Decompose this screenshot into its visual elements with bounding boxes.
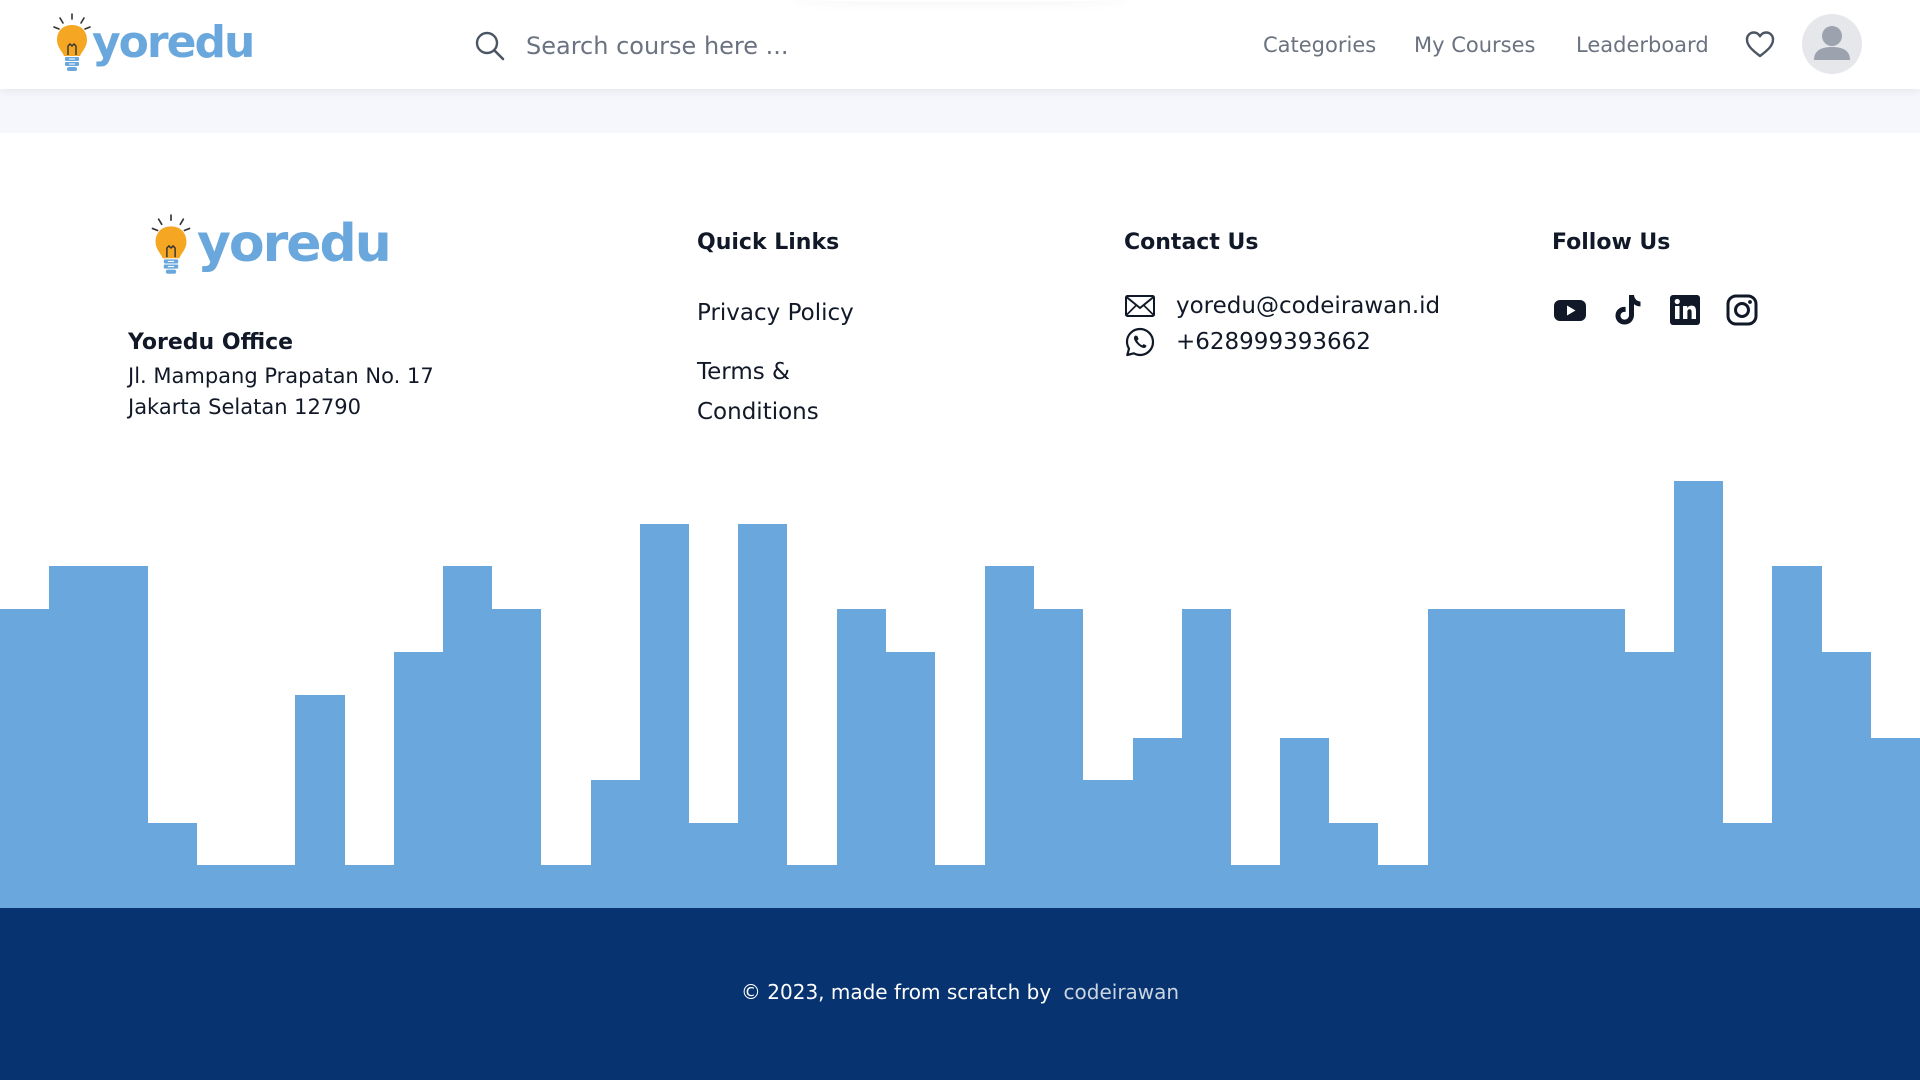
contact-email-text: yoredu@codeirawan.id <box>1176 293 1441 319</box>
search-icon[interactable] <box>474 30 506 62</box>
contact-phone[interactable]: +628999393662 <box>1124 326 1371 358</box>
terms-conditions-link[interactable]: Terms & Conditions <box>697 352 819 432</box>
logo-wordmark: yoredu <box>197 214 392 274</box>
office-address-line2: Jakarta Selatan 12790 <box>128 395 361 419</box>
page: yoredu Categories My Courses Leaderboard <box>0 0 1920 1080</box>
contact-phone-text: +628999393662 <box>1176 329 1371 355</box>
linkedin-icon[interactable] <box>1667 292 1703 328</box>
youtube-icon[interactable] <box>1552 292 1588 328</box>
copyright-text: © 2023, made from scratch by <box>740 980 1052 1004</box>
footer-logo[interactable]: yoredu <box>147 214 392 282</box>
nav-leaderboard[interactable]: Leaderboard <box>1576 33 1709 57</box>
follow-us-title: Follow Us <box>1552 230 1671 255</box>
tiktok-icon[interactable] <box>1610 292 1646 328</box>
author-link[interactable]: codeirawan <box>1064 980 1180 1004</box>
envelope-icon <box>1125 295 1155 317</box>
lightbulb-icon <box>53 13 91 71</box>
user-avatar[interactable] <box>1802 14 1862 74</box>
whatsapp-icon <box>1125 327 1155 357</box>
page-content-band <box>0 89 1920 133</box>
search-input[interactable] <box>526 32 866 60</box>
copyright: © 2023, made from scratch by codeirawan <box>0 980 1920 1004</box>
top-navbar: yoredu Categories My Courses Leaderboard <box>0 0 1920 89</box>
contact-us-title: Contact Us <box>1124 230 1259 255</box>
city-skyline-illustration <box>0 481 1920 909</box>
office-address-line1: Jl. Mampang Prapatan No. 17 <box>128 364 434 388</box>
privacy-policy-link[interactable]: Privacy Policy <box>697 293 854 333</box>
office-title: Yoredu Office <box>128 330 294 355</box>
quick-links-title: Quick Links <box>697 230 840 255</box>
search-bar <box>474 26 894 66</box>
header-logo[interactable]: yoredu <box>52 12 255 80</box>
contact-email[interactable]: yoredu@codeirawan.id <box>1124 290 1440 322</box>
terms-link-line2: Conditions <box>697 399 819 425</box>
heart-icon[interactable] <box>1744 29 1776 59</box>
header-shadow <box>790 0 1130 2</box>
nav-categories[interactable]: Categories <box>1263 33 1376 57</box>
nav-my-courses[interactable]: My Courses <box>1414 33 1535 57</box>
user-avatar-icon <box>1814 26 1850 60</box>
instagram-icon[interactable] <box>1724 292 1760 328</box>
terms-link-line1: Terms & <box>697 359 790 385</box>
logo-wordmark: yoredu <box>92 17 255 68</box>
lightbulb-icon <box>151 214 191 274</box>
